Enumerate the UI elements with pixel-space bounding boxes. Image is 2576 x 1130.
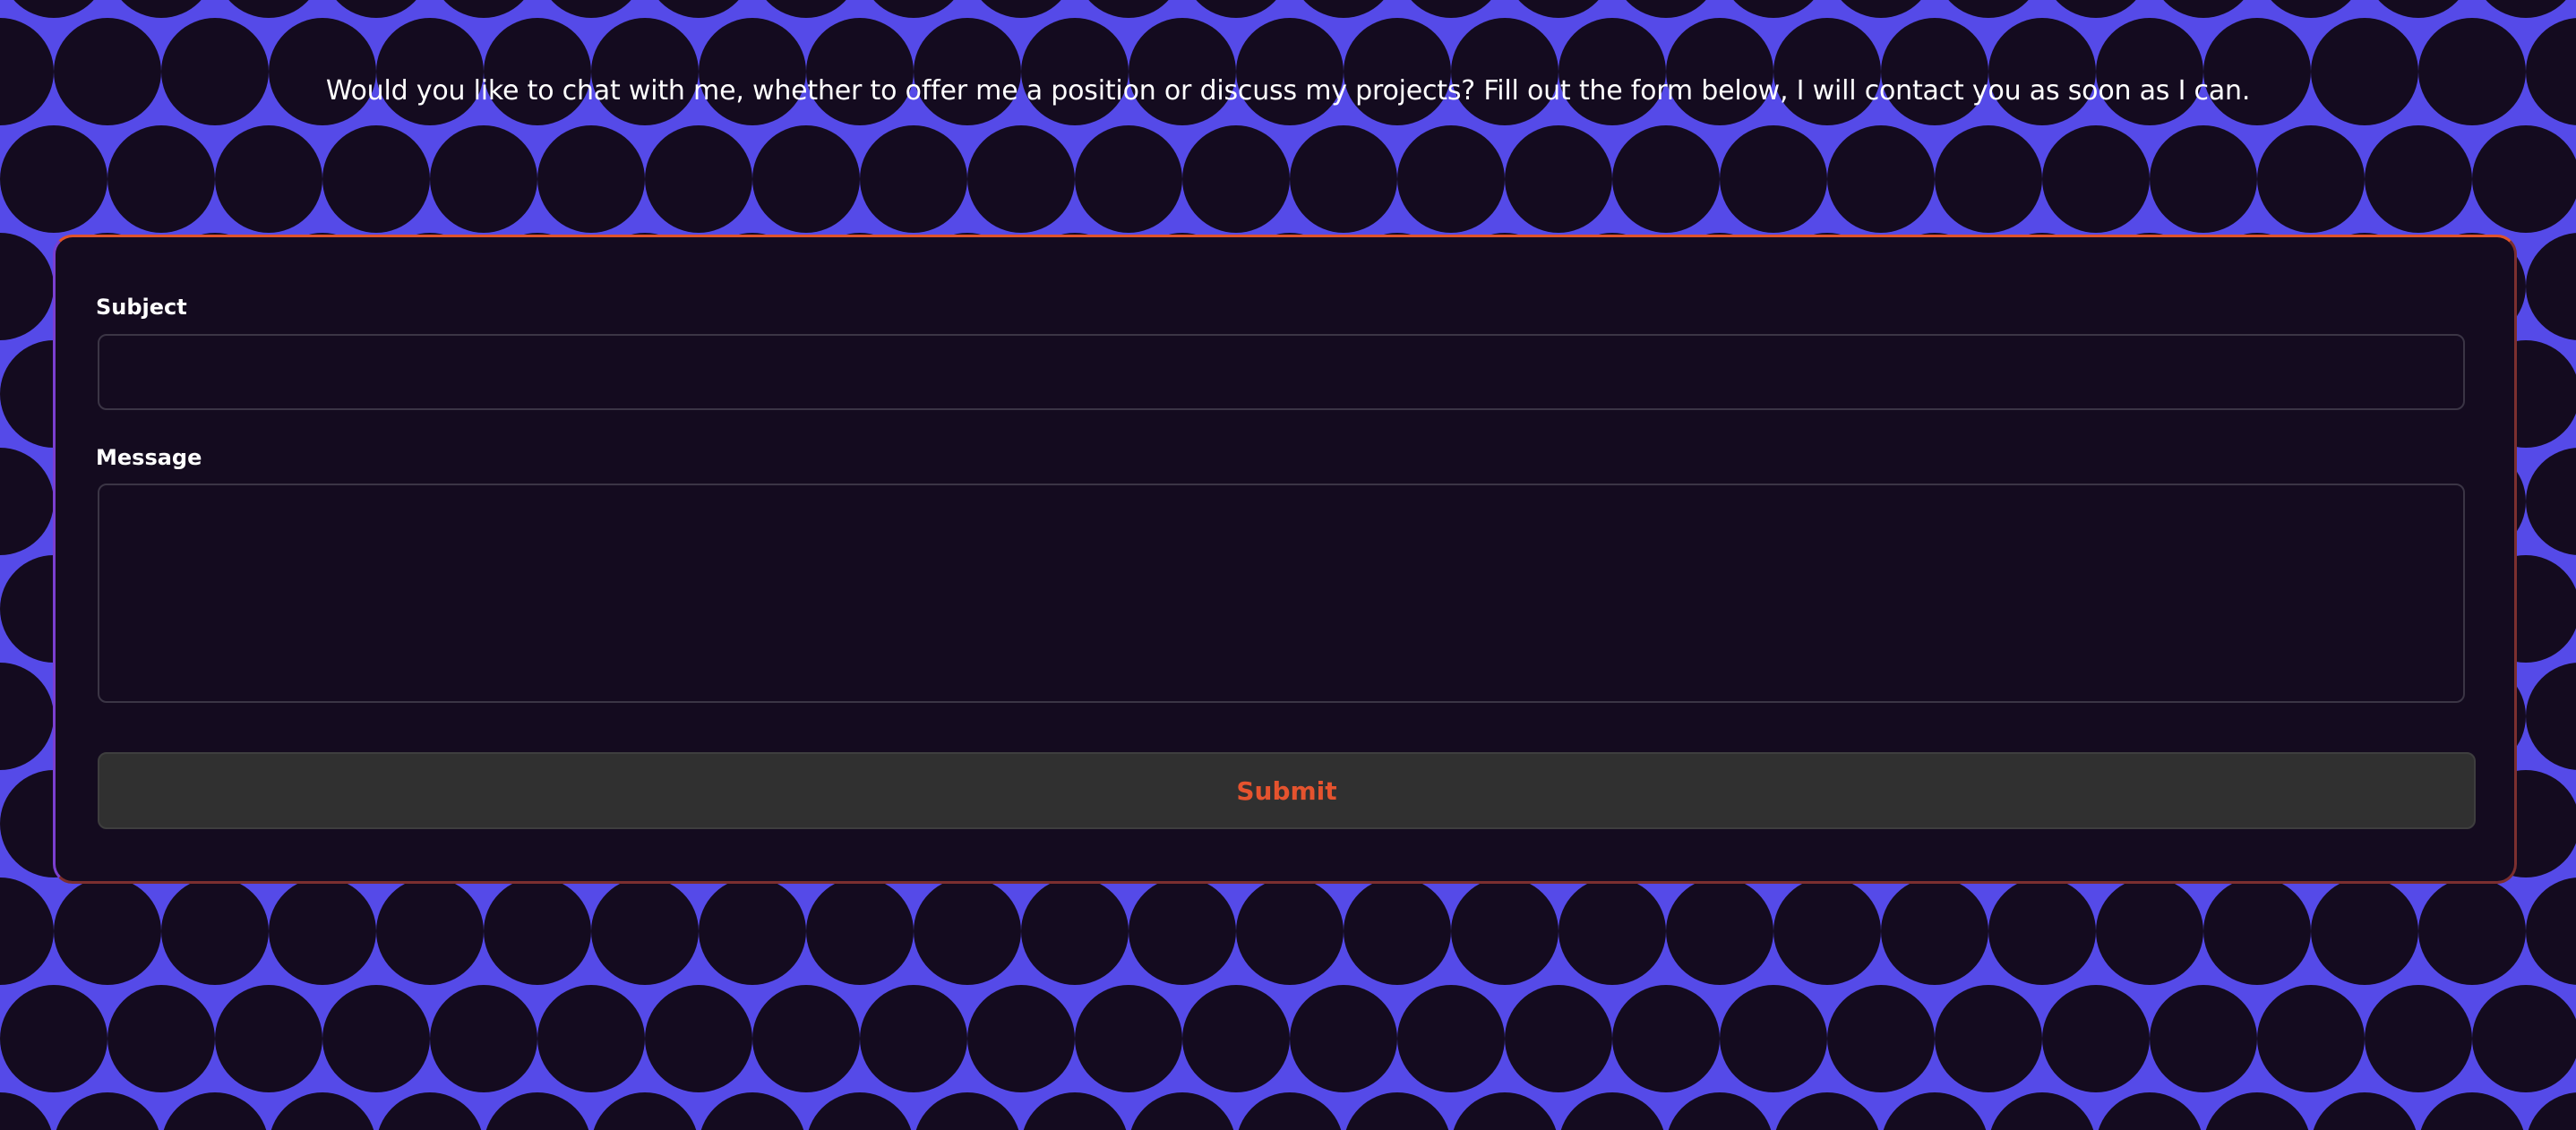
subject-label: Subject [96, 295, 187, 320]
intro-text: Would you like to chat with me, whether … [325, 75, 2251, 107]
message-textarea[interactable] [98, 484, 2465, 703]
contact-form: Subject Message Submit [53, 235, 2517, 884]
message-label: Message [96, 445, 202, 470]
submit-button[interactable]: Submit [98, 752, 2476, 829]
subject-input[interactable] [98, 334, 2465, 410]
